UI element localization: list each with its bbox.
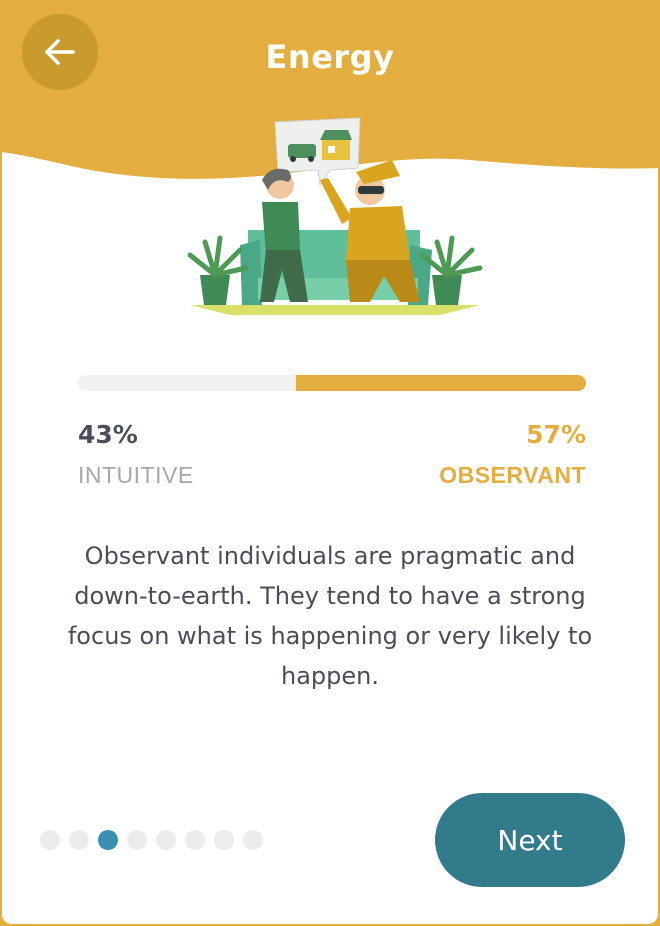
intuitive-label: INTUITIVE — [78, 462, 194, 488]
trait-description: Observant individuals are pragmatic and … — [67, 542, 593, 690]
result-card: Energy 43% 57% INTUITIVE OBSERVANT Obser… — [0, 0, 660, 926]
pagination-dot[interactable] — [214, 830, 234, 850]
pagination-dots — [40, 830, 263, 850]
pagination-dot[interactable] — [69, 830, 89, 850]
observant-label: OBSERVANT — [439, 462, 586, 488]
pagination-dot[interactable] — [40, 830, 60, 850]
pagination-dot[interactable] — [156, 830, 176, 850]
observant-progress-fill — [296, 375, 586, 391]
next-button[interactable]: Next — [435, 793, 625, 887]
pagination-dot[interactable] — [127, 830, 147, 850]
pagination-dot[interactable] — [98, 830, 118, 850]
score-progress-bar — [78, 375, 586, 391]
pagination-dot[interactable] — [243, 830, 263, 850]
observant-percent: 57% — [526, 420, 586, 449]
couple-on-sofa-illustration — [187, 117, 483, 315]
pagination-dot[interactable] — [185, 830, 205, 850]
intuitive-percent: 43% — [78, 420, 138, 449]
page-title: Energy — [265, 38, 395, 76]
